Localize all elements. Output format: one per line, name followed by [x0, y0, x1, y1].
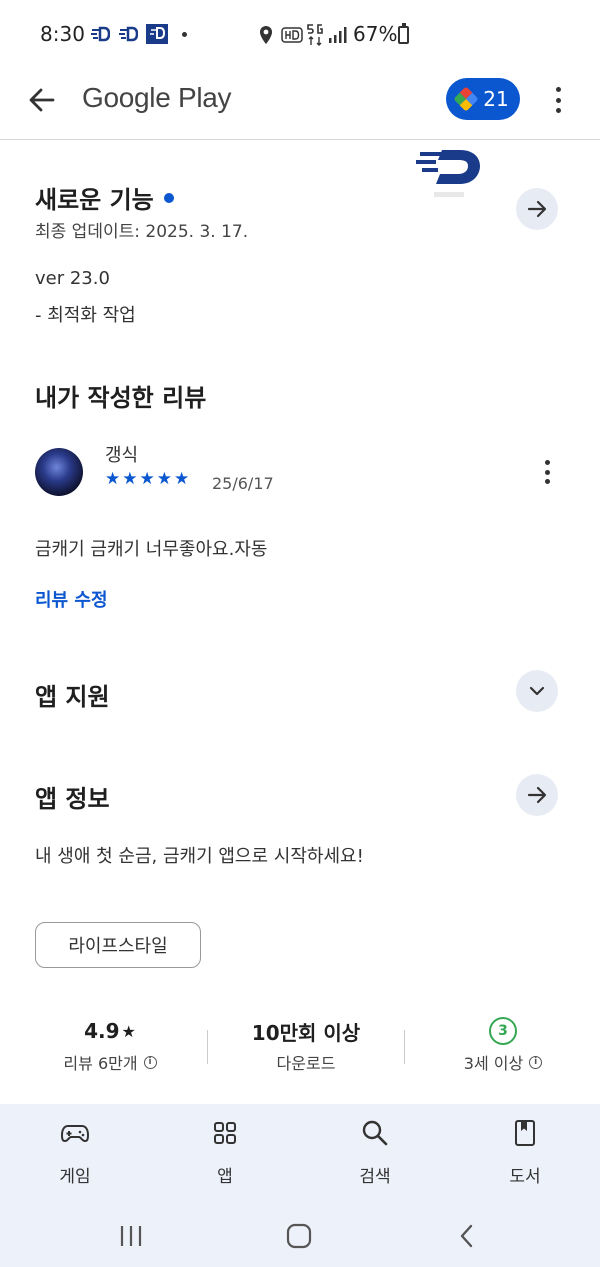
new-indicator-dot: [163, 193, 174, 203]
nav-games-label: 게임: [59, 1167, 91, 1187]
nav-apps-label: 앱: [217, 1167, 233, 1187]
bottom-navigation: 게임 앱 검색 도서: [0, 1104, 600, 1267]
more-options-icon[interactable]: [548, 84, 568, 116]
star-icon: ★: [121, 1021, 136, 1041]
rating-stat[interactable]: 4.9 ★ 리뷰 6만개 i: [25, 1016, 195, 1074]
star-icon: ★: [105, 469, 121, 489]
downloads-stat: 10만회 이상 다운로드: [221, 1016, 391, 1074]
star-icon: ★: [174, 469, 190, 489]
play-points-button[interactable]: 21: [446, 78, 520, 120]
avatar: [35, 448, 83, 496]
app-support-heading: 앱 지원: [35, 683, 110, 711]
app-info-arrow-button[interactable]: [516, 774, 558, 816]
system-back-icon[interactable]: [456, 1222, 478, 1250]
location-icon: [260, 26, 272, 44]
divider: [207, 1030, 208, 1064]
nav-books-label: 도서: [509, 1167, 541, 1187]
hd-voice-icon: [281, 27, 303, 43]
review-more-options-icon[interactable]: [542, 460, 552, 484]
age-rating-stat[interactable]: 3 3세 이상 i: [418, 1016, 588, 1074]
downloads-value: 10만회 이상: [251, 1020, 361, 1045]
recent-apps-icon[interactable]: [118, 1222, 144, 1250]
play-points-count: 21: [483, 87, 509, 111]
app-support-expand-button[interactable]: [516, 670, 558, 712]
whats-new-heading: 새로운 기능: [35, 180, 174, 215]
category-chip[interactable]: 라이프스타일: [35, 922, 201, 968]
nav-books[interactable]: 도서: [475, 1118, 575, 1187]
my-review-heading: 내가 작성한 리뷰: [35, 384, 207, 412]
arrow-right-icon: [527, 786, 547, 804]
chevron-down-icon: [529, 686, 545, 696]
review-author: 갱식: [105, 445, 139, 466]
divider: [404, 1030, 405, 1064]
signal-icon: [329, 27, 347, 43]
book-icon: [515, 1120, 535, 1146]
whats-new-arrow-button[interactable]: [516, 188, 558, 230]
rating-value: 4.9: [84, 1019, 120, 1043]
review-text: 금캐기 금캐기 너무좋아요.자동: [35, 539, 268, 560]
age-rating-badge: 3: [489, 1017, 517, 1045]
app-logo: [416, 150, 480, 197]
system-navigation: [0, 1216, 600, 1256]
5g-icon: [307, 24, 323, 46]
status-bar: 8:30 67%: [0, 0, 600, 70]
review-date: 25/6/17: [212, 474, 274, 493]
review-stars: ★ ★ ★ ★ ★: [105, 469, 189, 489]
gamepad-icon: [60, 1125, 90, 1143]
back-arrow-icon[interactable]: [26, 84, 58, 116]
more-notifications-dot: [182, 31, 187, 37]
last-updated: 최종 업데이트: 2025. 3. 17.: [35, 222, 249, 242]
app-description: 내 생애 첫 순금, 금캐기 앱으로 시작하세요!: [35, 846, 364, 867]
status-time: 8:30: [40, 22, 85, 46]
version-note: - 최적화 작업: [35, 305, 136, 326]
apps-grid-icon: [214, 1122, 236, 1144]
info-icon: i: [529, 1055, 543, 1069]
battery-percent: 67%: [353, 22, 398, 46]
downloads-label: 다운로드: [276, 1054, 336, 1073]
app-notification-icon: [146, 24, 168, 44]
nav-games[interactable]: 게임: [25, 1118, 125, 1187]
edit-review-link[interactable]: 리뷰 수정: [35, 586, 108, 612]
info-icon: i: [143, 1055, 157, 1069]
nav-search[interactable]: 검색: [325, 1118, 425, 1187]
age-rating-label: 3세 이상: [463, 1054, 524, 1073]
star-icon: ★: [139, 469, 155, 489]
battery-icon: [398, 23, 409, 44]
home-icon[interactable]: [285, 1222, 313, 1250]
version-text: ver 23.0: [35, 268, 110, 289]
star-icon: ★: [156, 469, 172, 489]
app-info-heading: 앱 정보: [35, 785, 110, 813]
app-notification-icon: [119, 26, 138, 42]
rating-label: 리뷰 6만개: [63, 1054, 138, 1073]
app-notification-icon: [91, 26, 110, 42]
arrow-right-icon: [527, 200, 547, 218]
app-bar: Google Play 21: [0, 70, 600, 140]
play-points-icon: [453, 86, 479, 112]
search-icon: [362, 1120, 388, 1146]
star-icon: ★: [122, 469, 138, 489]
nav-apps[interactable]: 앱: [175, 1118, 275, 1187]
nav-search-label: 검색: [359, 1167, 391, 1187]
notification-icons: [90, 24, 187, 44]
page-title: Google Play: [82, 82, 232, 113]
